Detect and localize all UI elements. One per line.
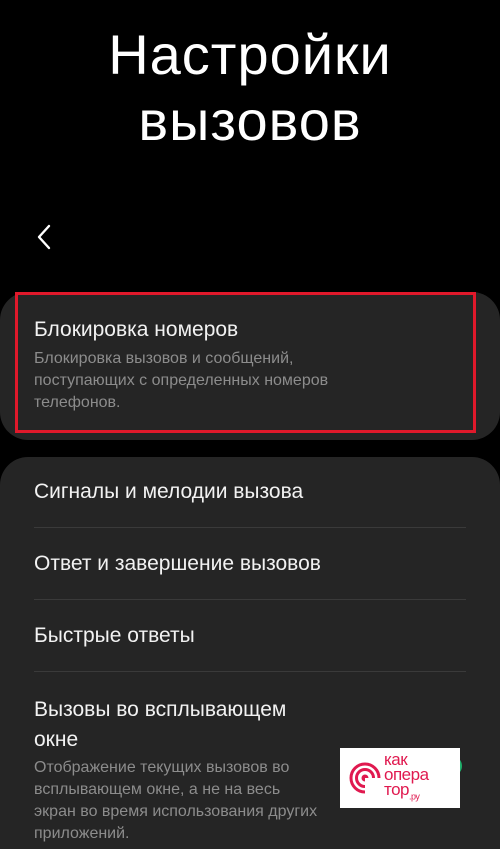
settings-item-label: Вызовы во всплывающем окне xyxy=(34,695,466,755)
watermark-logo: как опера тор.ру xyxy=(340,748,460,808)
broadcast-icon xyxy=(349,762,382,795)
page-title-line-1: Настройки xyxy=(108,23,392,86)
settings-item-label: Сигналы и мелодии вызова xyxy=(34,480,304,503)
divider xyxy=(34,599,466,600)
divider xyxy=(34,671,466,672)
watermark-suffix: .ру xyxy=(409,791,420,802)
settings-item-quick-replies[interactable]: Быстрые ответы xyxy=(34,622,466,652)
watermark-line: тор.ру xyxy=(384,779,429,804)
description-line: Блокировка вызовов и сообщений, xyxy=(34,350,294,367)
settings-item-label: Ответ и завершение вызовов xyxy=(34,552,321,575)
block-numbers-description: Блокировка вызовов и сообщений, поступаю… xyxy=(34,348,454,414)
label-line: Вызовы во всплывающем xyxy=(34,698,287,721)
settings-item-ringtones[interactable]: Сигналы и мелодии вызова xyxy=(34,478,466,508)
description-line: телефонов. xyxy=(34,394,121,411)
call-settings-screen: Настройки вызовов Блокировка номеров Бло… xyxy=(0,0,500,849)
page-title: Настройки вызовов xyxy=(0,22,500,154)
divider xyxy=(34,527,466,528)
description-line: приложений. xyxy=(34,825,130,842)
settings-item-label: Быстрые ответы xyxy=(34,624,195,647)
back-button[interactable] xyxy=(24,215,64,259)
page-title-line-2: вызовов xyxy=(138,89,362,152)
settings-item-answer-end[interactable]: Ответ и завершение вызовов xyxy=(34,550,466,580)
block-numbers-title: Блокировка номеров xyxy=(34,318,239,341)
block-numbers-item[interactable]: Блокировка номеров Блокировка вызовов и … xyxy=(34,316,454,414)
description-line: поступающих с определенных номеров xyxy=(34,372,329,389)
watermark-line-text: тор xyxy=(384,779,410,799)
watermark-text: как опера тор.ру xyxy=(384,751,429,804)
chevron-left-icon xyxy=(37,224,51,250)
